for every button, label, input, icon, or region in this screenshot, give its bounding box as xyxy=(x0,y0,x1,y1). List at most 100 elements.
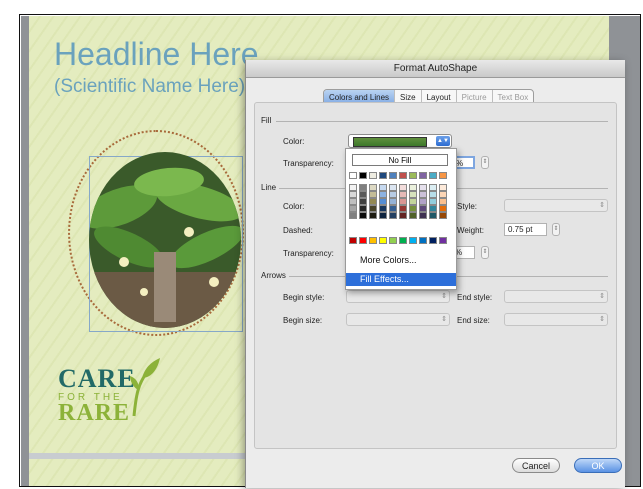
line-weight-stepper[interactable]: ⇕ xyxy=(552,223,560,236)
color-swatch[interactable] xyxy=(439,237,447,244)
line-weight-field[interactable]: 0.75 pt xyxy=(504,223,547,236)
color-swatch[interactable] xyxy=(379,237,387,244)
color-swatch[interactable] xyxy=(439,172,447,179)
plant-photo[interactable] xyxy=(89,152,241,328)
ok-button[interactable]: OK xyxy=(574,458,622,473)
color-swatch[interactable] xyxy=(379,205,387,212)
color-swatch[interactable] xyxy=(359,191,367,198)
color-swatch[interactable] xyxy=(359,198,367,205)
chevron-updown-icon: ⇕ xyxy=(441,293,447,300)
color-swatch[interactable] xyxy=(419,172,427,179)
color-swatch[interactable] xyxy=(399,198,407,205)
color-swatch[interactable] xyxy=(379,191,387,198)
scientific-name-text[interactable]: (Scientific Name Here) xyxy=(54,76,245,98)
color-swatch[interactable] xyxy=(439,205,447,212)
fill-color-label: Color: xyxy=(283,137,305,146)
color-swatch[interactable] xyxy=(409,172,417,179)
color-swatch[interactable] xyxy=(389,237,397,244)
color-swatch[interactable] xyxy=(379,184,387,191)
color-swatch[interactable] xyxy=(399,172,407,179)
color-swatch[interactable] xyxy=(359,184,367,191)
fill-color-picker[interactable]: ▲▼ xyxy=(348,134,452,148)
color-swatch[interactable] xyxy=(349,212,357,219)
color-swatch[interactable] xyxy=(429,184,437,191)
color-swatch[interactable] xyxy=(429,191,437,198)
color-swatch[interactable] xyxy=(429,198,437,205)
color-swatch[interactable] xyxy=(349,191,357,198)
color-swatch[interactable] xyxy=(369,184,377,191)
color-swatch[interactable] xyxy=(389,172,397,179)
color-swatch[interactable] xyxy=(349,184,357,191)
color-swatch[interactable] xyxy=(399,237,407,244)
color-swatch[interactable] xyxy=(359,212,367,219)
color-swatch[interactable] xyxy=(359,172,367,179)
dialog-title: Format AutoShape xyxy=(246,60,625,78)
color-swatch[interactable] xyxy=(419,205,427,212)
color-swatch[interactable] xyxy=(369,191,377,198)
color-swatch[interactable] xyxy=(349,205,357,212)
color-swatch[interactable] xyxy=(429,237,437,244)
no-fill-option[interactable]: No Fill xyxy=(352,154,448,166)
color-swatch[interactable] xyxy=(409,237,417,244)
color-swatch[interactable] xyxy=(389,205,397,212)
color-swatch[interactable] xyxy=(429,172,437,179)
end-style-label: End style: xyxy=(457,293,493,302)
color-swatch[interactable] xyxy=(419,212,427,219)
color-swatch[interactable] xyxy=(439,198,447,205)
logo-rare-text: RARE xyxy=(58,400,131,426)
color-swatch[interactable] xyxy=(359,205,367,212)
fill-effects-option[interactable]: Fill Effects... xyxy=(346,273,456,286)
color-swatch[interactable] xyxy=(379,212,387,219)
care-for-the-rare-logo: CARE FOR THE RARE xyxy=(58,358,160,427)
color-swatch[interactable] xyxy=(349,237,357,244)
color-swatch[interactable] xyxy=(379,172,387,179)
color-swatch[interactable] xyxy=(419,184,427,191)
color-swatch[interactable] xyxy=(419,191,427,198)
color-swatch[interactable] xyxy=(359,237,367,244)
line-style-dropdown[interactable]: ⇕ xyxy=(504,199,608,212)
cancel-button[interactable]: Cancel xyxy=(512,458,560,473)
color-swatch[interactable] xyxy=(369,205,377,212)
color-swatch[interactable] xyxy=(439,184,447,191)
color-swatch[interactable] xyxy=(399,191,407,198)
end-size-label: End size: xyxy=(457,316,490,325)
line-style-label: Style: xyxy=(457,202,478,211)
end-style-dropdown[interactable]: ⇕ xyxy=(504,290,608,303)
color-swatch[interactable] xyxy=(409,205,417,212)
color-swatch[interactable] xyxy=(409,198,417,205)
chevron-updown-icon: ⇕ xyxy=(441,316,447,323)
color-swatch[interactable] xyxy=(429,212,437,219)
end-size-dropdown[interactable]: ⇕ xyxy=(504,313,608,326)
color-swatch[interactable] xyxy=(369,172,377,179)
color-swatch[interactable] xyxy=(419,198,427,205)
color-swatch[interactable] xyxy=(429,205,437,212)
color-swatch[interactable] xyxy=(439,212,447,219)
begin-style-dropdown[interactable]: ⇕ xyxy=(346,290,450,303)
color-swatch[interactable] xyxy=(389,212,397,219)
color-swatch[interactable] xyxy=(389,198,397,205)
color-swatch[interactable] xyxy=(419,237,427,244)
more-colors-option[interactable]: More Colors... xyxy=(346,254,456,267)
fill-color-swatch xyxy=(353,137,427,147)
color-swatch[interactable] xyxy=(349,198,357,205)
color-swatch[interactable] xyxy=(379,198,387,205)
color-swatch[interactable] xyxy=(439,191,447,198)
color-swatch[interactable] xyxy=(369,198,377,205)
color-swatch[interactable] xyxy=(399,212,407,219)
fill-color-dropdown-icon[interactable]: ▲▼ xyxy=(436,136,450,146)
color-swatch[interactable] xyxy=(409,184,417,191)
color-swatch[interactable] xyxy=(389,191,397,198)
fill-transparency-stepper[interactable]: ⇕ xyxy=(481,156,489,169)
color-swatch[interactable] xyxy=(349,172,357,179)
color-swatch[interactable] xyxy=(409,212,417,219)
color-swatch[interactable] xyxy=(369,212,377,219)
line-transparency-stepper[interactable]: ⇕ xyxy=(481,246,489,259)
begin-size-dropdown[interactable]: ⇕ xyxy=(346,313,450,326)
color-swatch[interactable] xyxy=(399,184,407,191)
headline-text[interactable]: Headline Here xyxy=(54,36,259,73)
standard-color-row xyxy=(349,237,448,244)
color-swatch[interactable] xyxy=(369,237,377,244)
color-swatch[interactable] xyxy=(409,191,417,198)
color-swatch[interactable] xyxy=(399,205,407,212)
color-swatch[interactable] xyxy=(389,184,397,191)
